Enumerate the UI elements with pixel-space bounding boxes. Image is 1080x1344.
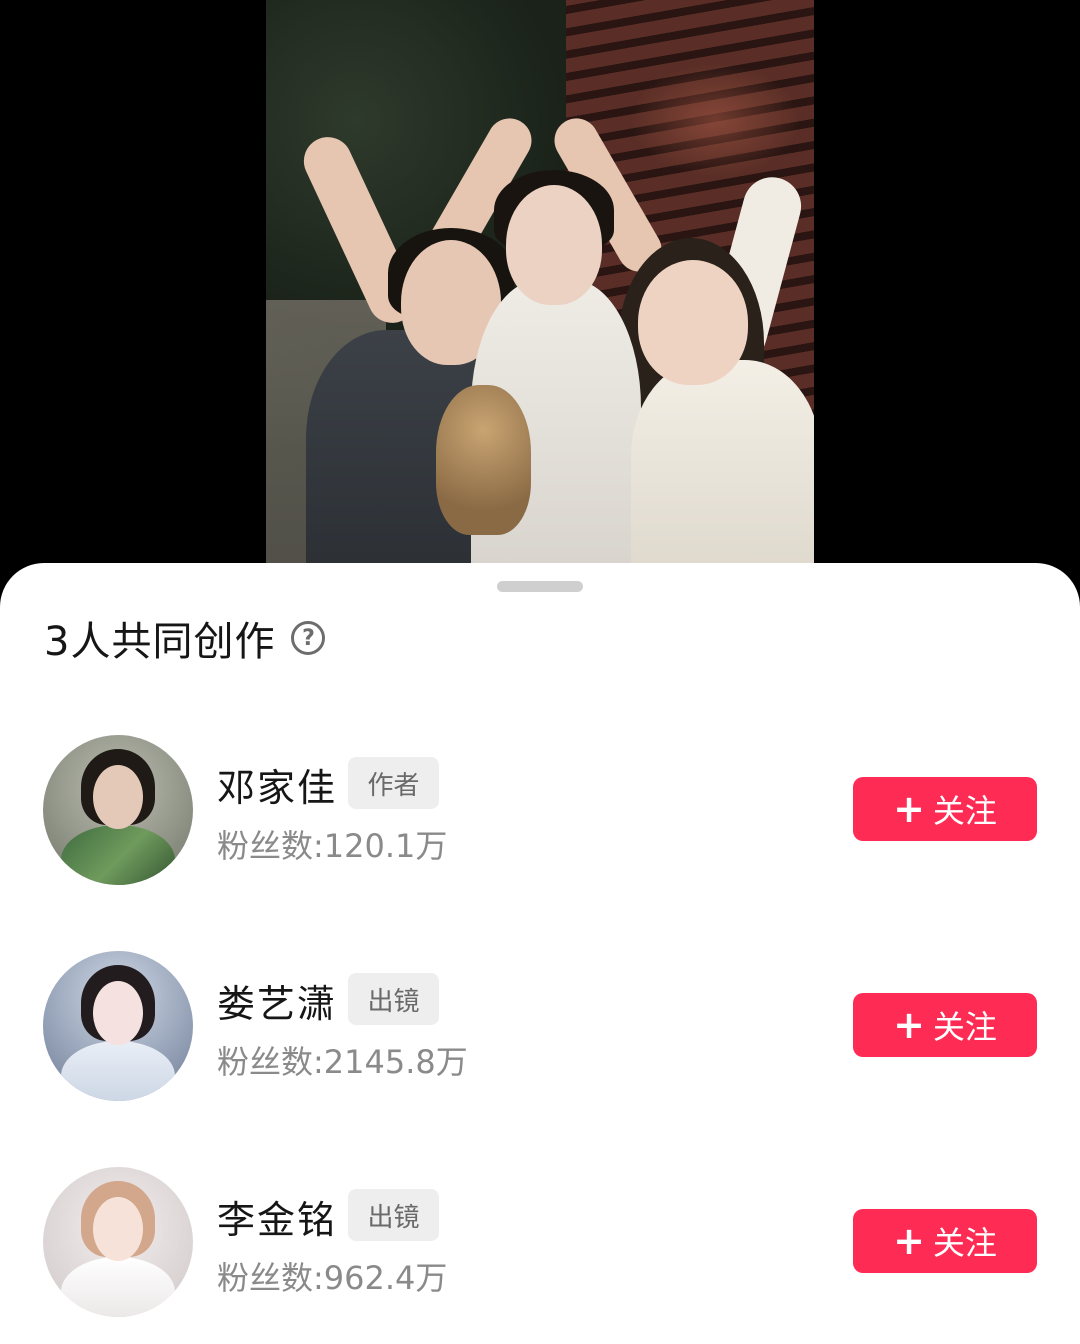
avatar[interactable] <box>43 1167 193 1317</box>
plus-icon: + <box>893 1219 925 1263</box>
drag-handle[interactable] <box>497 581 583 592</box>
dog <box>436 385 531 535</box>
role-tag: 作者 <box>348 757 439 809</box>
follow-label: 关注 <box>932 792 997 830</box>
avatar-bust <box>61 1041 175 1101</box>
creator-name[interactable]: 娄艺潇 <box>217 973 337 1028</box>
fan-count: 粉丝数:120.1万 <box>217 827 448 865</box>
creator-name[interactable]: 李金铭 <box>217 1189 337 1244</box>
co-creators-sheet: 3人共同创作 ? 邓家佳 作者 粉丝数:120.1万 + 关注 娄艺潇 出镜 粉… <box>0 563 1080 1344</box>
creator-row[interactable]: 李金铭 出镜 粉丝数:962.4万 + 关注 <box>0 1167 1080 1319</box>
avatar-bust <box>61 1257 175 1317</box>
follow-button[interactable]: + 关注 <box>853 993 1037 1057</box>
follow-button[interactable]: + 关注 <box>853 1209 1037 1273</box>
fan-count: 粉丝数:2145.8万 <box>217 1043 468 1081</box>
question-circle-icon[interactable]: ? <box>291 621 326 655</box>
video-preview[interactable] <box>0 0 1080 600</box>
avatar[interactable] <box>43 951 193 1101</box>
sheet-header: 3人共同创作 ? <box>44 613 326 665</box>
avatar-face <box>93 1197 143 1261</box>
follow-label: 关注 <box>932 1224 997 1262</box>
plus-icon: + <box>893 787 925 831</box>
screen: 3人共同创作 ? 邓家佳 作者 粉丝数:120.1万 + 关注 娄艺潇 出镜 粉… <box>0 0 1080 1344</box>
avatar-face <box>93 765 143 829</box>
avatar-bust <box>61 825 175 885</box>
creator-name[interactable]: 邓家佳 <box>217 757 337 812</box>
role-tag: 出镜 <box>348 973 439 1025</box>
plus-icon: + <box>893 1003 925 1047</box>
follow-button[interactable]: + 关注 <box>853 777 1037 841</box>
person-right-face <box>638 260 748 385</box>
person-center-face <box>506 185 602 305</box>
role-tag: 出镜 <box>348 1189 439 1241</box>
creator-row[interactable]: 娄艺潇 出镜 粉丝数:2145.8万 + 关注 <box>0 951 1080 1103</box>
video-frame[interactable] <box>266 0 814 600</box>
sheet-title: 3人共同创作 <box>44 619 276 665</box>
follow-label: 关注 <box>932 1008 997 1046</box>
creator-row[interactable]: 邓家佳 作者 粉丝数:120.1万 + 关注 <box>0 735 1080 887</box>
fan-count: 粉丝数:962.4万 <box>217 1259 448 1297</box>
avatar[interactable] <box>43 735 193 885</box>
avatar-face <box>93 981 143 1045</box>
